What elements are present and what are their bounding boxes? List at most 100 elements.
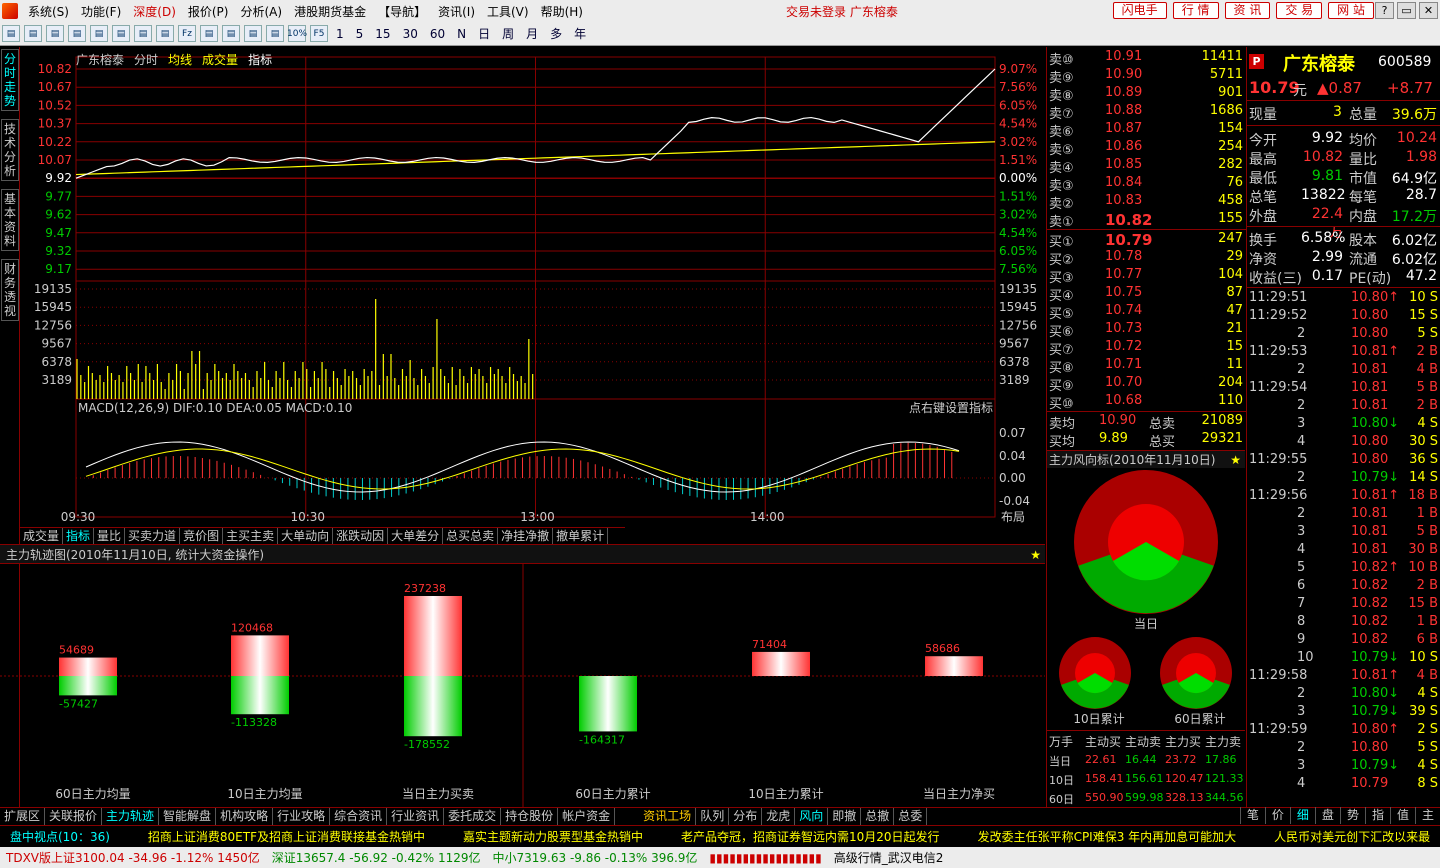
indicator-tab[interactable]: 买卖力道 <box>125 528 181 544</box>
period-button[interactable]: 5 <box>350 27 370 41</box>
sell-row[interactable]: 卖⑩ 10.91 11411 <box>1047 49 1246 68</box>
menu-item[interactable]: 系统(S) <box>22 3 75 20</box>
period-button[interactable]: 30 <box>397 27 424 41</box>
right-view-tab[interactable]: 细 <box>1289 807 1315 824</box>
ticker-item[interactable]: 盘中视点(10：36) <box>10 830 110 844</box>
menu-item[interactable]: 工具(V) <box>481 3 535 20</box>
bottom-tab[interactable]: 帐户资金 <box>558 808 616 825</box>
indicator-tab[interactable]: 量比 <box>94 528 126 544</box>
menu-item[interactable]: 报价(P) <box>182 3 235 20</box>
sell-row[interactable]: 卖② 10.83 458 <box>1047 193 1246 212</box>
restore-icon[interactable]: ▭ <box>1397 2 1416 19</box>
indicator-tab[interactable]: 总买总卖 <box>443 528 499 544</box>
menu-item[interactable]: 【导航】 <box>372 3 432 20</box>
buy-row[interactable]: 买① 10.79 247 <box>1047 231 1246 250</box>
indicator-tab[interactable]: 主买主卖 <box>223 528 279 544</box>
star-icon[interactable]: ★ <box>1030 545 1041 565</box>
period-button[interactable]: N <box>451 27 472 41</box>
sell-row[interactable]: 卖⑥ 10.87 154 <box>1047 121 1246 140</box>
buy-row[interactable]: 买② 10.78 29 <box>1047 249 1246 268</box>
toolbar-icon[interactable]: ▤ <box>90 25 108 42</box>
status-sz[interactable]: 深证13657.4 -56.92 -0.42% 1129亿 <box>266 849 487 866</box>
bottom-tab[interactable]: 委托成交 <box>444 808 502 825</box>
left-tab[interactable]: 分时走势 <box>1 49 19 111</box>
toolbar-icon[interactable]: ▤ <box>68 25 86 42</box>
menu-item[interactable]: 深度(D) <box>127 3 182 20</box>
top-right-button[interactable]: 资 讯 <box>1224 2 1271 19</box>
bottom-tab[interactable]: 风向 <box>795 808 829 825</box>
bottom-tab[interactable]: 综合资讯 <box>330 808 388 825</box>
bottom-tab[interactable]: 关联报价 <box>45 808 103 825</box>
news-ticker[interactable]: 盘中视点(10：36) 招商上证消费80ETF及招商上证消费联接基金热销中 嘉实主题… <box>0 825 1440 847</box>
period-button[interactable]: 月 <box>520 25 544 42</box>
toolbar-icon[interactable]: ▤ <box>200 25 218 42</box>
ticker-item[interactable]: 嘉实主题新动力股票型基金热销中 <box>463 830 643 844</box>
indicator-tab[interactable]: 大单差分 <box>388 528 444 544</box>
f5-icon[interactable]: F5 <box>310 25 328 42</box>
left-tab[interactable]: 财务透视 <box>1 259 19 321</box>
toolbar-icon[interactable]: ▤ <box>244 25 262 42</box>
toolbar-icon[interactable]: ▤ <box>2 25 20 42</box>
ticker-item[interactable]: 人民币对美元创下汇改以来最 <box>1274 830 1430 844</box>
toolbar-icon[interactable]: Fz <box>178 25 196 42</box>
period-button[interactable]: 周 <box>496 25 520 42</box>
bottom-tab[interactable]: 扩展区 <box>0 808 46 825</box>
menu-item[interactable]: 分析(A) <box>234 3 288 20</box>
chart-tab[interactable]: 均线 <box>168 53 192 67</box>
left-tab[interactable]: 技术分析 <box>1 119 19 181</box>
toolbar-icon[interactable]: ▤ <box>24 25 42 42</box>
sell-row[interactable]: 卖③ 10.84 76 <box>1047 175 1246 194</box>
sell-row[interactable]: 卖① 10.82 155 <box>1047 211 1246 230</box>
bottom-tab[interactable]: 即撤 <box>828 808 862 825</box>
bottom-tab[interactable]: 龙虎 <box>762 808 796 825</box>
sell-row[interactable]: 卖⑨ 10.90 5711 <box>1047 67 1246 86</box>
bottom-tab[interactable]: 资讯工场 <box>639 808 697 825</box>
buy-row[interactable]: 买⑤ 10.74 47 <box>1047 303 1246 322</box>
bottom-tab[interactable]: 总撤 <box>861 808 895 825</box>
toolbar-icon[interactable]: ▤ <box>156 25 174 42</box>
right-view-tab[interactable]: 势 <box>1339 807 1365 824</box>
toolbar-icon[interactable]: ▤ <box>112 25 130 42</box>
menu-item[interactable]: 港股期货基金 <box>288 3 372 20</box>
chart-tab[interactable]: 成交量 <box>202 53 238 67</box>
indicator-tab[interactable]: 撤单累计 <box>553 528 609 544</box>
period-button[interactable]: 1 <box>330 27 350 41</box>
period-button[interactable]: 年 <box>568 25 592 42</box>
help-icon[interactable]: ? <box>1375 2 1394 19</box>
ticker-item[interactable]: 招商上证消费80ETF及招商上证消费联接基金热销中 <box>148 830 425 844</box>
sell-row[interactable]: 卖⑧ 10.89 901 <box>1047 85 1246 104</box>
toolbar-icon[interactable]: ▤ <box>222 25 240 42</box>
buy-row[interactable]: 买⑦ 10.72 15 <box>1047 339 1246 358</box>
indicator-tab[interactable]: 净挂净撤 <box>498 528 554 544</box>
buy-row[interactable]: 买④ 10.75 87 <box>1047 285 1246 304</box>
bottom-tab[interactable]: 智能解盘 <box>159 808 217 825</box>
sell-row[interactable]: 卖⑦ 10.88 1686 <box>1047 103 1246 122</box>
bottom-tab[interactable]: 行业资讯 <box>387 808 445 825</box>
bottom-tab[interactable]: 行业攻略 <box>273 808 331 825</box>
toolbar-icon[interactable]: ▤ <box>134 25 152 42</box>
period-button[interactable]: 多 <box>544 25 568 42</box>
bottom-tab[interactable]: 总委 <box>894 808 928 825</box>
status-sh[interactable]: TDXV版上证3100.04 -34.96 -1.12% 1450亿 <box>0 849 266 866</box>
buy-row[interactable]: 买⑧ 10.71 11 <box>1047 357 1246 376</box>
period-button[interactable]: 60 <box>424 27 451 41</box>
toolbar-icon[interactable]: ▤ <box>46 25 64 42</box>
sell-row[interactable]: 卖④ 10.85 282 <box>1047 157 1246 176</box>
ticker-item[interactable]: 发改委主任张平称CPI难保3 年内再加息可能加大 <box>978 830 1237 844</box>
indicator-tab[interactable]: 竞价图 <box>180 528 224 544</box>
chart-tab[interactable]: 指标 <box>248 53 272 67</box>
right-view-tab[interactable]: 盘 <box>1314 807 1340 824</box>
buy-row[interactable]: 买⑩ 10.68 110 <box>1047 393 1246 412</box>
right-view-tab[interactable]: 值 <box>1389 807 1415 824</box>
menu-item[interactable]: 资讯(I) <box>432 3 481 20</box>
star-icon[interactable]: ★ <box>1230 451 1241 469</box>
right-view-tab[interactable]: 价 <box>1264 807 1290 824</box>
indicator-tab[interactable]: 涨跌动因 <box>333 528 389 544</box>
right-view-tab[interactable]: 指 <box>1364 807 1390 824</box>
close-icon[interactable]: ✕ <box>1419 2 1438 19</box>
menu-item[interactable]: 帮助(H) <box>535 3 589 20</box>
toolbar-icon[interactable]: 10% <box>287 25 307 42</box>
ticker-item[interactable]: 老产品夺冠，招商证券智远内需10月20日起发行 <box>681 830 940 844</box>
left-tab[interactable]: 基本资料 <box>1 189 19 251</box>
status-zx[interactable]: 中小7319.63 -9.86 -0.13% 396.9亿 <box>487 849 704 866</box>
